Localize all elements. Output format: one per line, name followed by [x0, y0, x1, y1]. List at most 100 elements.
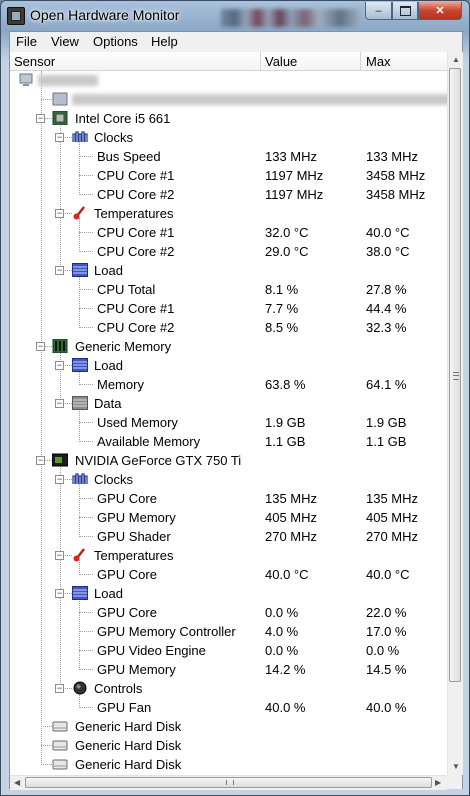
hardware-row[interactable]: Generic Hard Disk: [10, 755, 447, 774]
hdd-icon: [52, 738, 68, 752]
horizontal-scrollbar[interactable]: ◀ ▶: [10, 775, 447, 790]
app-window: Open Hardware Monitor – ✕ File View Opti…: [0, 0, 470, 796]
collapse-toggle-icon[interactable]: −: [36, 114, 45, 123]
collapse-toggle-icon[interactable]: −: [55, 589, 64, 598]
collapse-toggle-icon[interactable]: −: [36, 342, 45, 351]
sensor-row[interactable]: GPU Core 135 MHz 135 MHz: [10, 489, 447, 508]
column-max[interactable]: Max: [366, 54, 391, 69]
sensor-group-row[interactable]: − Controls: [10, 679, 447, 698]
sensor-group-row[interactable]: − Temperatures: [10, 204, 447, 223]
collapse-toggle-icon[interactable]: −: [55, 209, 64, 218]
tree-guide-line: [79, 308, 93, 309]
sensor-row[interactable]: CPU Core #1 32.0 °C 40.0 °C: [10, 223, 447, 242]
sensor-group-row[interactable]: − Data: [10, 394, 447, 413]
collapse-toggle-icon[interactable]: −: [55, 551, 64, 560]
sensor-row[interactable]: Used Memory 1.9 GB 1.9 GB: [10, 413, 447, 432]
collapse-toggle-icon[interactable]: −: [55, 399, 64, 408]
scroll-down-icon[interactable]: ▼: [452, 762, 460, 771]
close-button[interactable]: ✕: [418, 2, 462, 20]
sensor-row[interactable]: GPU Core 40.0 °C 40.0 °C: [10, 565, 447, 584]
sensor-row[interactable]: Memory 63.8 % 64.1 %: [10, 375, 447, 394]
scroll-left-icon[interactable]: ◀: [14, 778, 20, 787]
tree-guide-line: [79, 175, 93, 176]
menu-options[interactable]: Options: [90, 34, 141, 49]
column-sensor[interactable]: Sensor: [14, 54, 55, 69]
sensor-label: Load: [94, 358, 123, 373]
title-bar[interactable]: Open Hardware Monitor – ✕: [1, 1, 469, 31]
sensor-group-row[interactable]: − Load: [10, 261, 447, 280]
tree-guide-line: [41, 726, 52, 727]
sensor-label: Load: [94, 263, 123, 278]
column-divider[interactable]: [260, 52, 261, 70]
load-icon: [72, 586, 88, 600]
collapse-toggle-icon[interactable]: −: [55, 684, 64, 693]
sensor-row[interactable]: Bus Speed 133 MHz 133 MHz: [10, 147, 447, 166]
sensor-row[interactable]: CPU Core #2 8.5 % 32.3 %: [10, 318, 447, 337]
sensor-max: 3458 MHz: [366, 187, 426, 202]
sensor-label: GPU Memory Controller: [97, 624, 236, 639]
sensor-row[interactable]: GPU Memory 405 MHz 405 MHz: [10, 508, 447, 527]
collapse-toggle-icon[interactable]: −: [55, 475, 64, 484]
sensor-label: Data: [94, 396, 122, 411]
sensor-value: 63.8 %: [265, 377, 306, 392]
menu-view[interactable]: View: [48, 34, 82, 49]
collapse-toggle-icon[interactable]: −: [55, 133, 64, 142]
hardware-row[interactable]: − Generic Memory: [10, 337, 447, 356]
menu-help[interactable]: Help: [148, 34, 181, 49]
cpu-icon: [52, 110, 68, 126]
client-area: File View Options Help Sensor Value Max …: [9, 31, 463, 790]
sensor-row[interactable]: CPU Core #2 1197 MHz 3458 MHz: [10, 185, 447, 204]
sensor-max: 64.1 %: [366, 377, 407, 392]
sensor-value: 133 MHz: [265, 149, 318, 164]
sensor-row[interactable]: CPU Core #1 1197 MHz 3458 MHz: [10, 166, 447, 185]
hardware-row[interactable]: Generic Hard Disk: [10, 717, 447, 736]
tree-guide-line: [79, 631, 93, 632]
sensor-value: 32.0 °C: [265, 225, 309, 240]
scroll-up-icon[interactable]: ▲: [452, 55, 460, 64]
sensor-group-row[interactable]: − Clocks: [10, 470, 447, 489]
vertical-scroll-thumb[interactable]: [449, 68, 461, 682]
sensor-value: 8.5 %: [265, 320, 299, 335]
sensor-group-row[interactable]: − Clocks: [10, 128, 447, 147]
sensor-row[interactable]: CPU Core #1 7.7 % 44.4 %: [10, 299, 447, 318]
scroll-right-icon[interactable]: ▶: [435, 778, 441, 787]
sensor-row[interactable]: GPU Fan 40.0 % 40.0 %: [10, 698, 447, 717]
column-divider[interactable]: [360, 52, 361, 70]
vertical-scrollbar[interactable]: ▲ ▼: [447, 52, 463, 775]
hardware-row[interactable]: [10, 71, 447, 90]
column-value[interactable]: Value: [265, 54, 297, 69]
collapse-toggle-icon[interactable]: −: [55, 361, 64, 370]
sensor-value: 1197 MHz: [265, 187, 324, 202]
sensor-tree: − Intel Core i5 661 − Clocks Bus Speed 133 MH…: [10, 71, 447, 775]
sensor-row[interactable]: GPU Video Engine 0.0 % 0.0 %: [10, 641, 447, 660]
horizontal-scroll-thumb[interactable]: [25, 777, 432, 788]
hardware-row[interactable]: [10, 90, 447, 109]
collapse-toggle-icon[interactable]: −: [36, 456, 45, 465]
minimize-button[interactable]: –: [365, 2, 392, 20]
sensor-row[interactable]: CPU Core #2 29.0 °C 38.0 °C: [10, 242, 447, 261]
maximize-button[interactable]: [392, 2, 418, 20]
sensor-label: Available Memory: [97, 434, 201, 449]
sensor-max: 32.3 %: [366, 320, 407, 335]
hardware-row[interactable]: − NVIDIA GeForce GTX 750 Ti: [10, 451, 447, 470]
sensor-group-row[interactable]: − Load: [10, 356, 447, 375]
sensor-row[interactable]: CPU Total 8.1 % 27.8 %: [10, 280, 447, 299]
sensor-row[interactable]: GPU Shader 270 MHz 270 MHz: [10, 527, 447, 546]
sensor-label: CPU Core #1: [97, 225, 175, 240]
sensor-row[interactable]: Available Memory 1.1 GB 1.1 GB: [10, 432, 447, 451]
hardware-row[interactable]: − Intel Core i5 661: [10, 109, 447, 128]
collapse-toggle-icon[interactable]: −: [55, 266, 64, 275]
sensor-label: Bus Speed: [97, 149, 161, 164]
hardware-row[interactable]: Generic Hard Disk: [10, 736, 447, 755]
thermometer-icon: [72, 548, 88, 562]
grip-icon: [453, 372, 459, 380]
sensor-label: Generic Memory: [75, 339, 172, 354]
sensor-group-row[interactable]: − Temperatures: [10, 546, 447, 565]
sensor-row[interactable]: GPU Memory 14.2 % 14.5 %: [10, 660, 447, 679]
sensor-group-row[interactable]: − Load: [10, 584, 447, 603]
sensor-max: 133 MHz: [366, 149, 419, 164]
menu-file[interactable]: File: [13, 34, 40, 49]
sensor-row[interactable]: GPU Core 0.0 % 22.0 %: [10, 603, 447, 622]
sensor-row[interactable]: GPU Memory Controller 4.0 % 17.0 %: [10, 622, 447, 641]
sensor-label: GPU Video Engine: [97, 643, 206, 658]
